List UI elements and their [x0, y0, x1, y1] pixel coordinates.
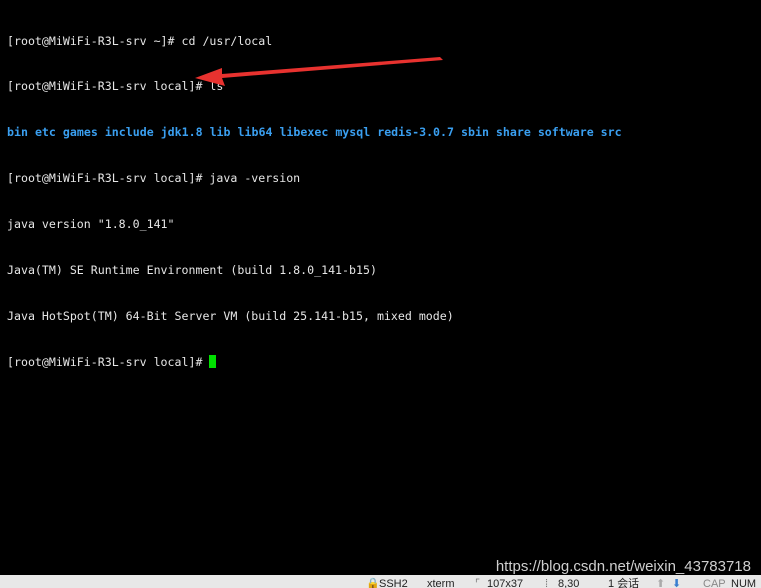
- lock-icon: 🔒: [366, 578, 380, 588]
- red-arrow-annotation: [195, 57, 443, 86]
- terminal-size: 107x37: [487, 578, 524, 588]
- cursor-pos-icon: ⁞: [545, 578, 549, 588]
- download-icon[interactable]: ⬇: [672, 575, 681, 588]
- num-indicator: NUM: [731, 578, 757, 588]
- caps-indicator: CAP: [703, 578, 726, 588]
- session-count: 1 会话: [608, 578, 640, 588]
- cursor-position: 8,30: [558, 578, 580, 588]
- arrow-shape: [195, 57, 443, 86]
- status-bar: 🔒 SSH2 xterm ⌜ 107x37 ⁞ 8,30 1 会话 ⬆ ⬇ CA…: [0, 575, 761, 588]
- terminal-window[interactable]: [root@MiWiFi-R3L-srv ~]# cd /usr/local […: [0, 0, 761, 575]
- watermark: https://blog.csdn.net/weixin_43783718: [495, 558, 751, 575]
- resize-icon: ⌜: [475, 578, 481, 588]
- terminal-type: xterm: [427, 578, 455, 588]
- upload-icon[interactable]: ⬆: [656, 575, 665, 588]
- protocol: SSH2: [379, 578, 408, 588]
